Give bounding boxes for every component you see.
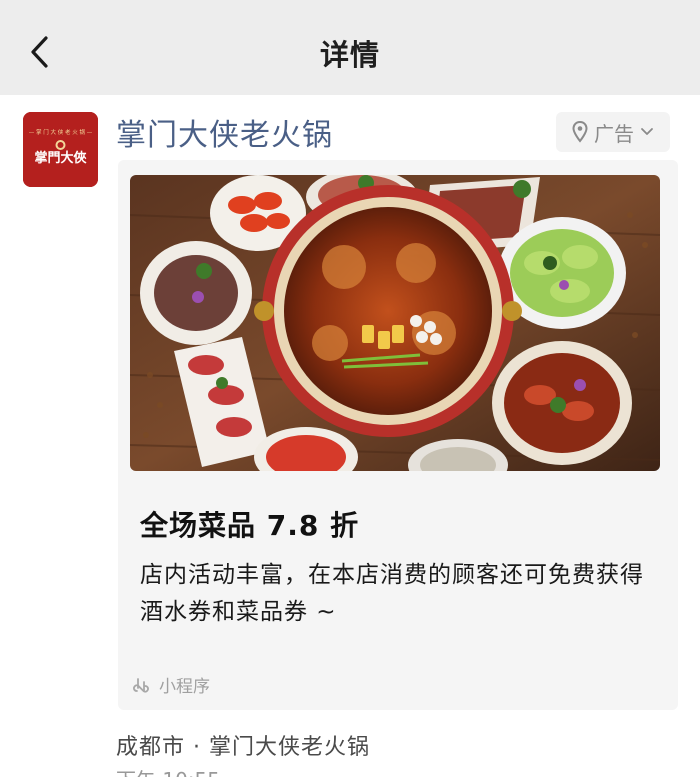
ad-badge[interactable]: 广告	[556, 112, 670, 152]
mini-program-source: 小程序	[131, 672, 210, 697]
advertiser-name[interactable]: 掌门大侠老火锅	[116, 110, 333, 154]
mini-program-label: 小程序	[159, 677, 210, 697]
avatar[interactable]: — 掌 门 大 侠 老 火 锅 — 掌門大俠	[23, 112, 98, 187]
svg-text:掌門大俠: 掌門大俠	[34, 150, 86, 166]
ad-label: 广告	[594, 121, 634, 146]
location-link[interactable]: 成都市 · 掌门大侠老火锅	[116, 729, 370, 761]
timestamp: 下午 10:55	[116, 764, 220, 777]
page-title: 详情	[319, 38, 380, 72]
chevron-down-icon	[641, 128, 653, 135]
ad-headline: 全场菜品 7.8 折	[140, 509, 360, 542]
hotpot-photo	[130, 175, 660, 471]
mini-program-icon	[133, 677, 149, 693]
post-detail-page: 详情 — 掌 门 大 侠 老 火 锅 — 掌門大俠 掌门大侠老火锅 广告 全场菜…	[0, 0, 700, 777]
ad-card[interactable]: 全场菜品 7.8 折 店内活动丰富，在本店消费的顾客还可免费获得酒水券和菜品券 …	[118, 160, 678, 710]
brand-logo: — 掌 门 大 侠 老 火 锅 — 掌門大俠	[23, 112, 98, 187]
location-pin-icon	[572, 121, 588, 143]
svg-text:— 掌 门 大 侠 老 火 锅 —: — 掌 门 大 侠 老 火 锅 —	[29, 128, 93, 136]
nav-header: 详情	[0, 0, 700, 95]
ad-description: 店内活动丰富，在本店消费的顾客还可免费获得酒水券和菜品券 ~	[140, 562, 644, 625]
